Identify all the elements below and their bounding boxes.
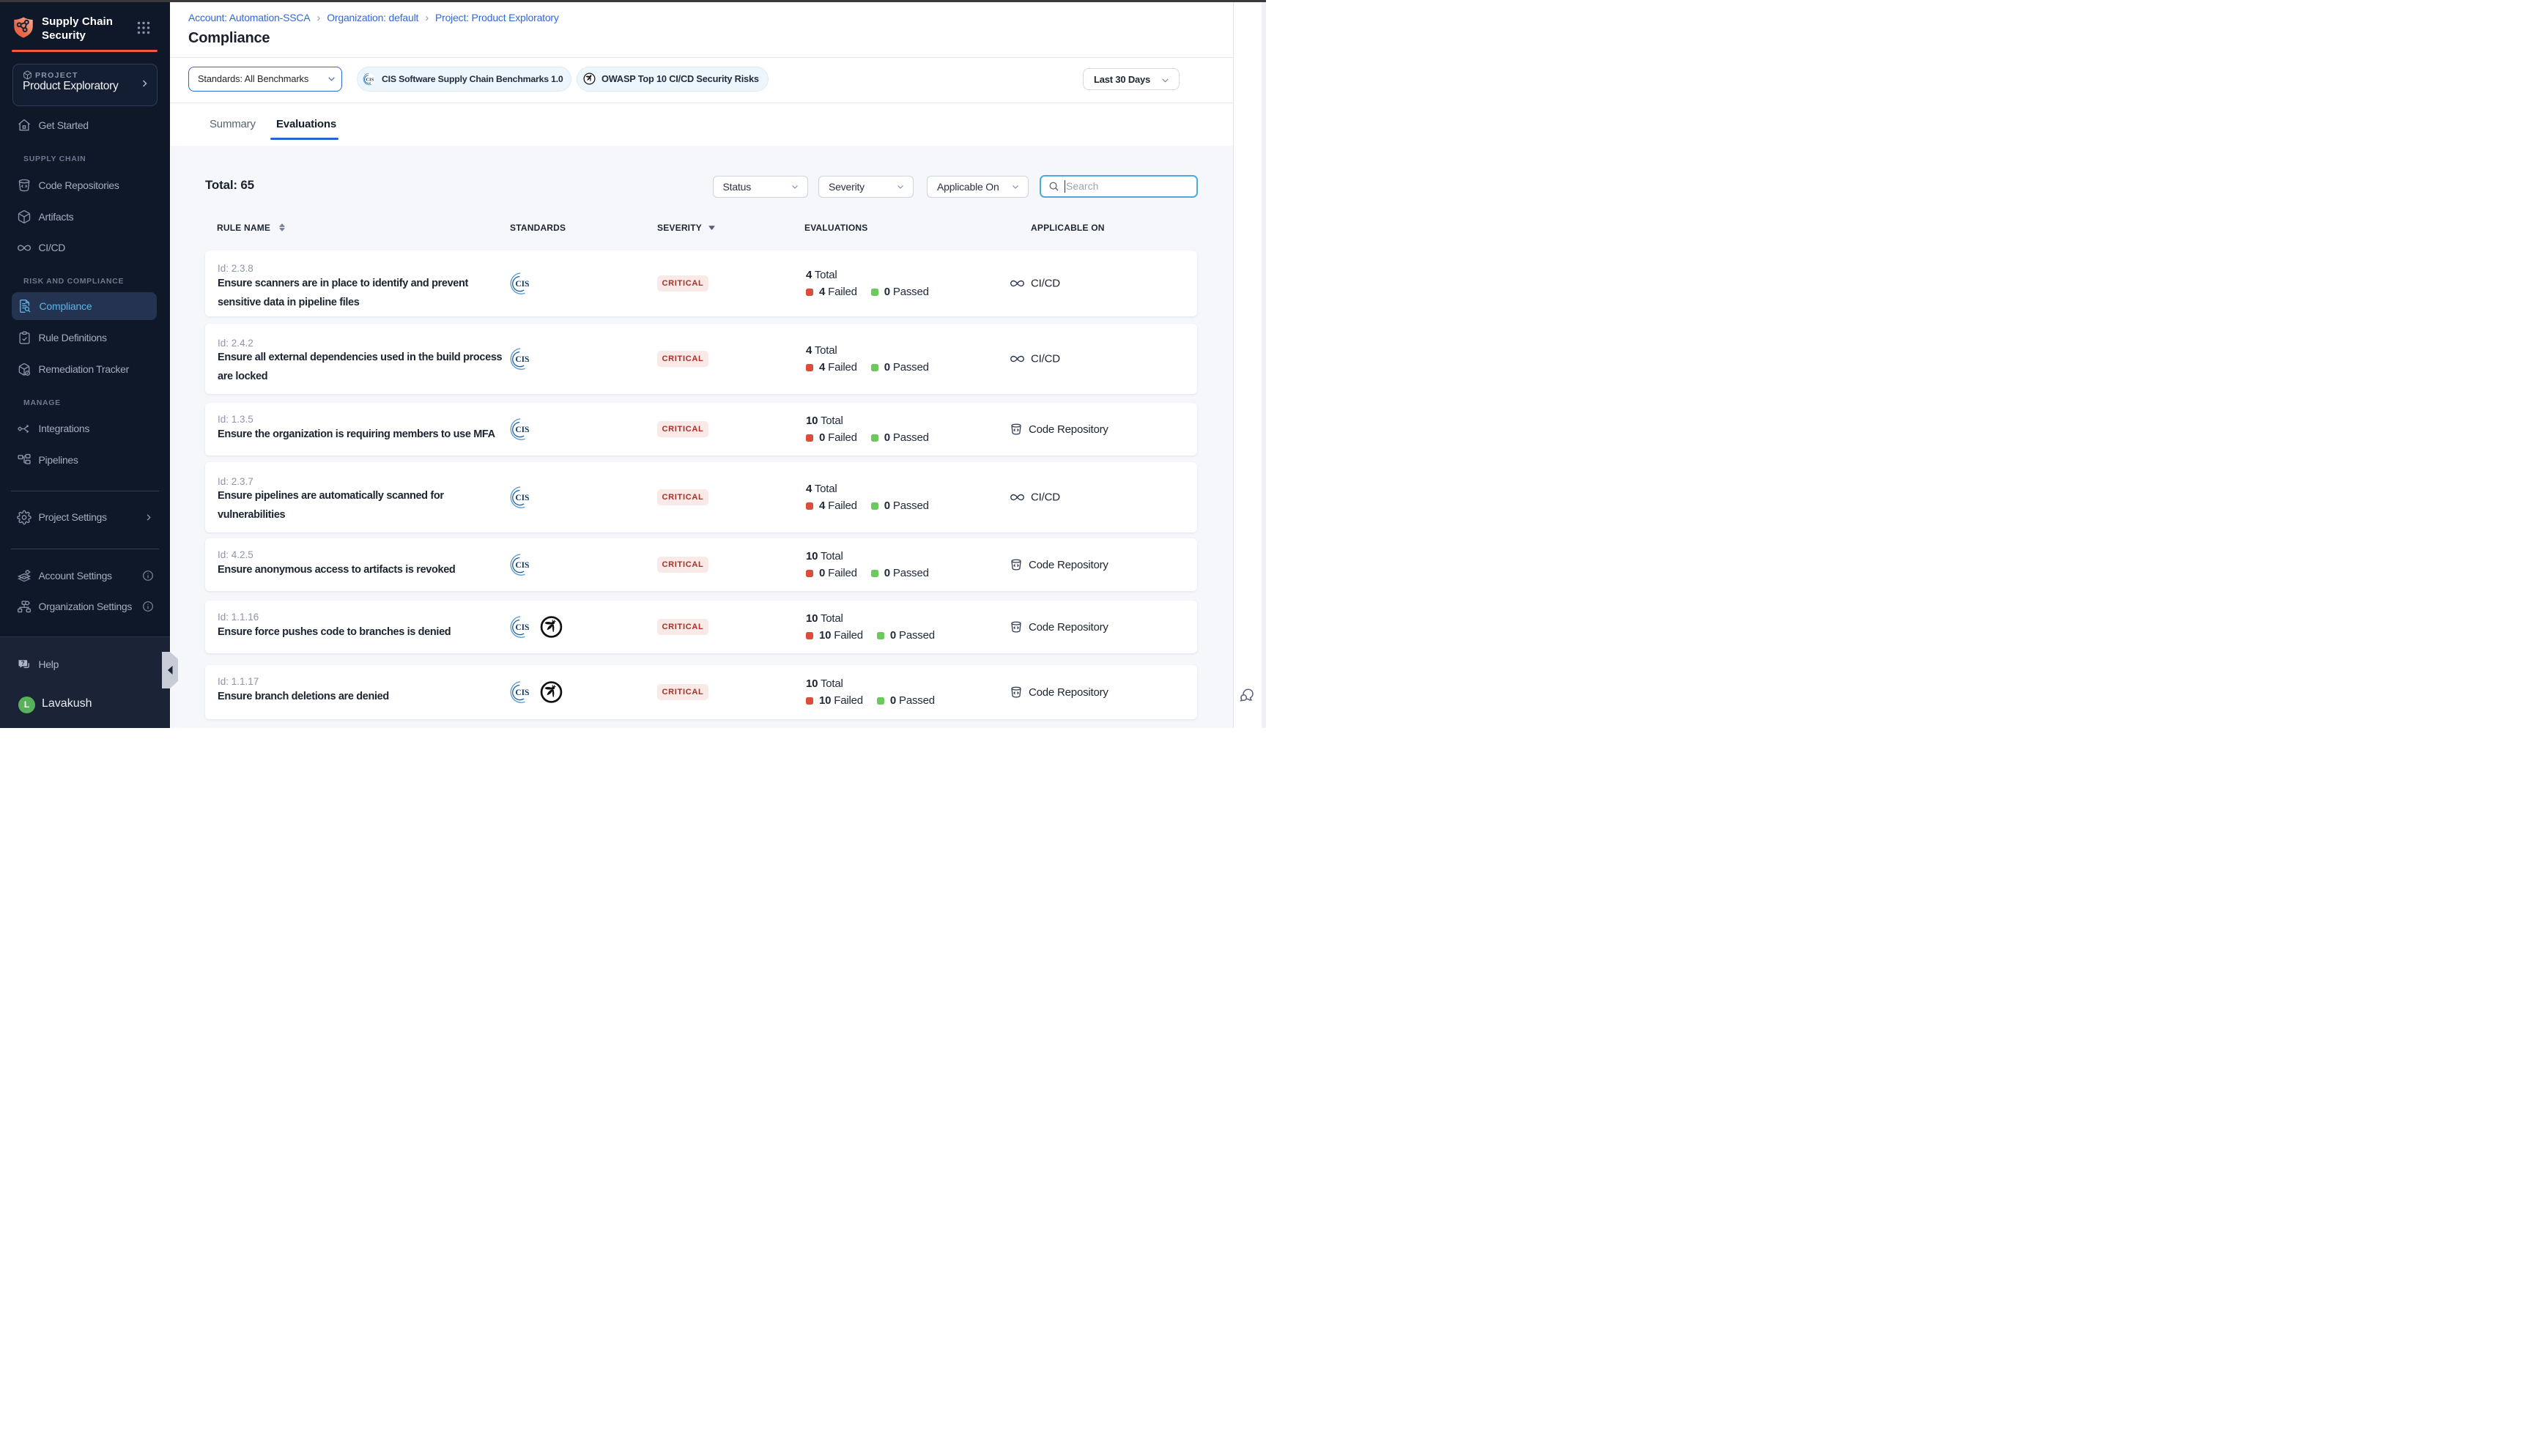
svg-text:CIS: CIS [515, 688, 529, 697]
svg-text:CIS: CIS [515, 280, 529, 289]
svg-text:CIS: CIS [515, 355, 529, 364]
svg-text:CIS: CIS [515, 494, 529, 502]
svg-text:CIS: CIS [515, 623, 529, 632]
svg-text:CIS: CIS [515, 561, 529, 570]
svg-text:CIS: CIS [515, 426, 529, 434]
svg-text:?: ? [21, 660, 25, 666]
svg-text:CIS: CIS [366, 77, 374, 82]
